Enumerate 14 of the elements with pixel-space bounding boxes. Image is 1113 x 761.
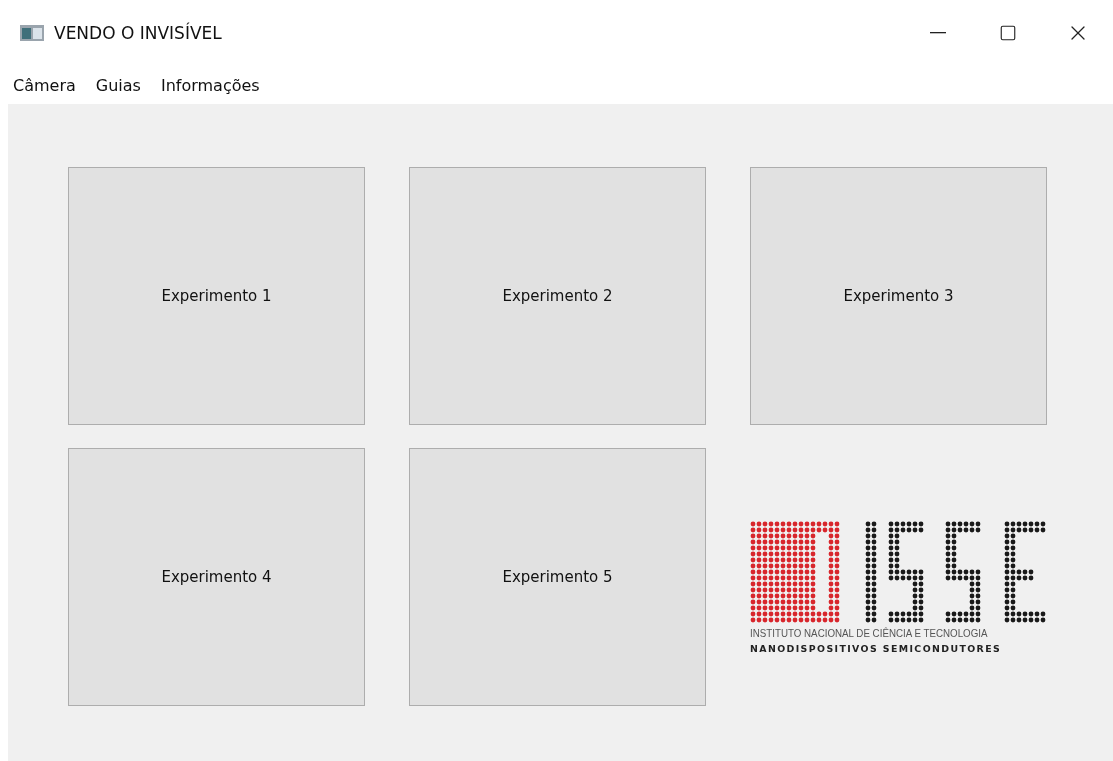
minimize-icon bbox=[930, 32, 946, 34]
menu-item[interactable]: Câmera bbox=[6, 73, 83, 97]
app-icon bbox=[20, 25, 44, 41]
window-title: VENDO O INVISÍVEL bbox=[54, 23, 223, 43]
logo-subtitle: NANODISPOSITIVOS SEMICONDUTORES bbox=[750, 642, 1002, 654]
experiment-button[interactable]: Experimento 4 bbox=[68, 448, 365, 706]
experiment-button[interactable]: Experimento 2 bbox=[409, 167, 706, 425]
experiment-button[interactable]: Experimento 3 bbox=[750, 167, 1047, 425]
menu-item[interactable]: Informações bbox=[153, 73, 267, 97]
menu-item[interactable]: Guias bbox=[88, 73, 148, 97]
experiment-button[interactable]: Experimento 1 bbox=[68, 167, 365, 425]
maximize-icon bbox=[999, 24, 1017, 42]
experiment-button[interactable]: Experimento 5 bbox=[409, 448, 706, 706]
logo-tagline: INSTITUTO NACIONAL DE CIÊNCIA E TECNOLOGIA bbox=[750, 626, 988, 639]
